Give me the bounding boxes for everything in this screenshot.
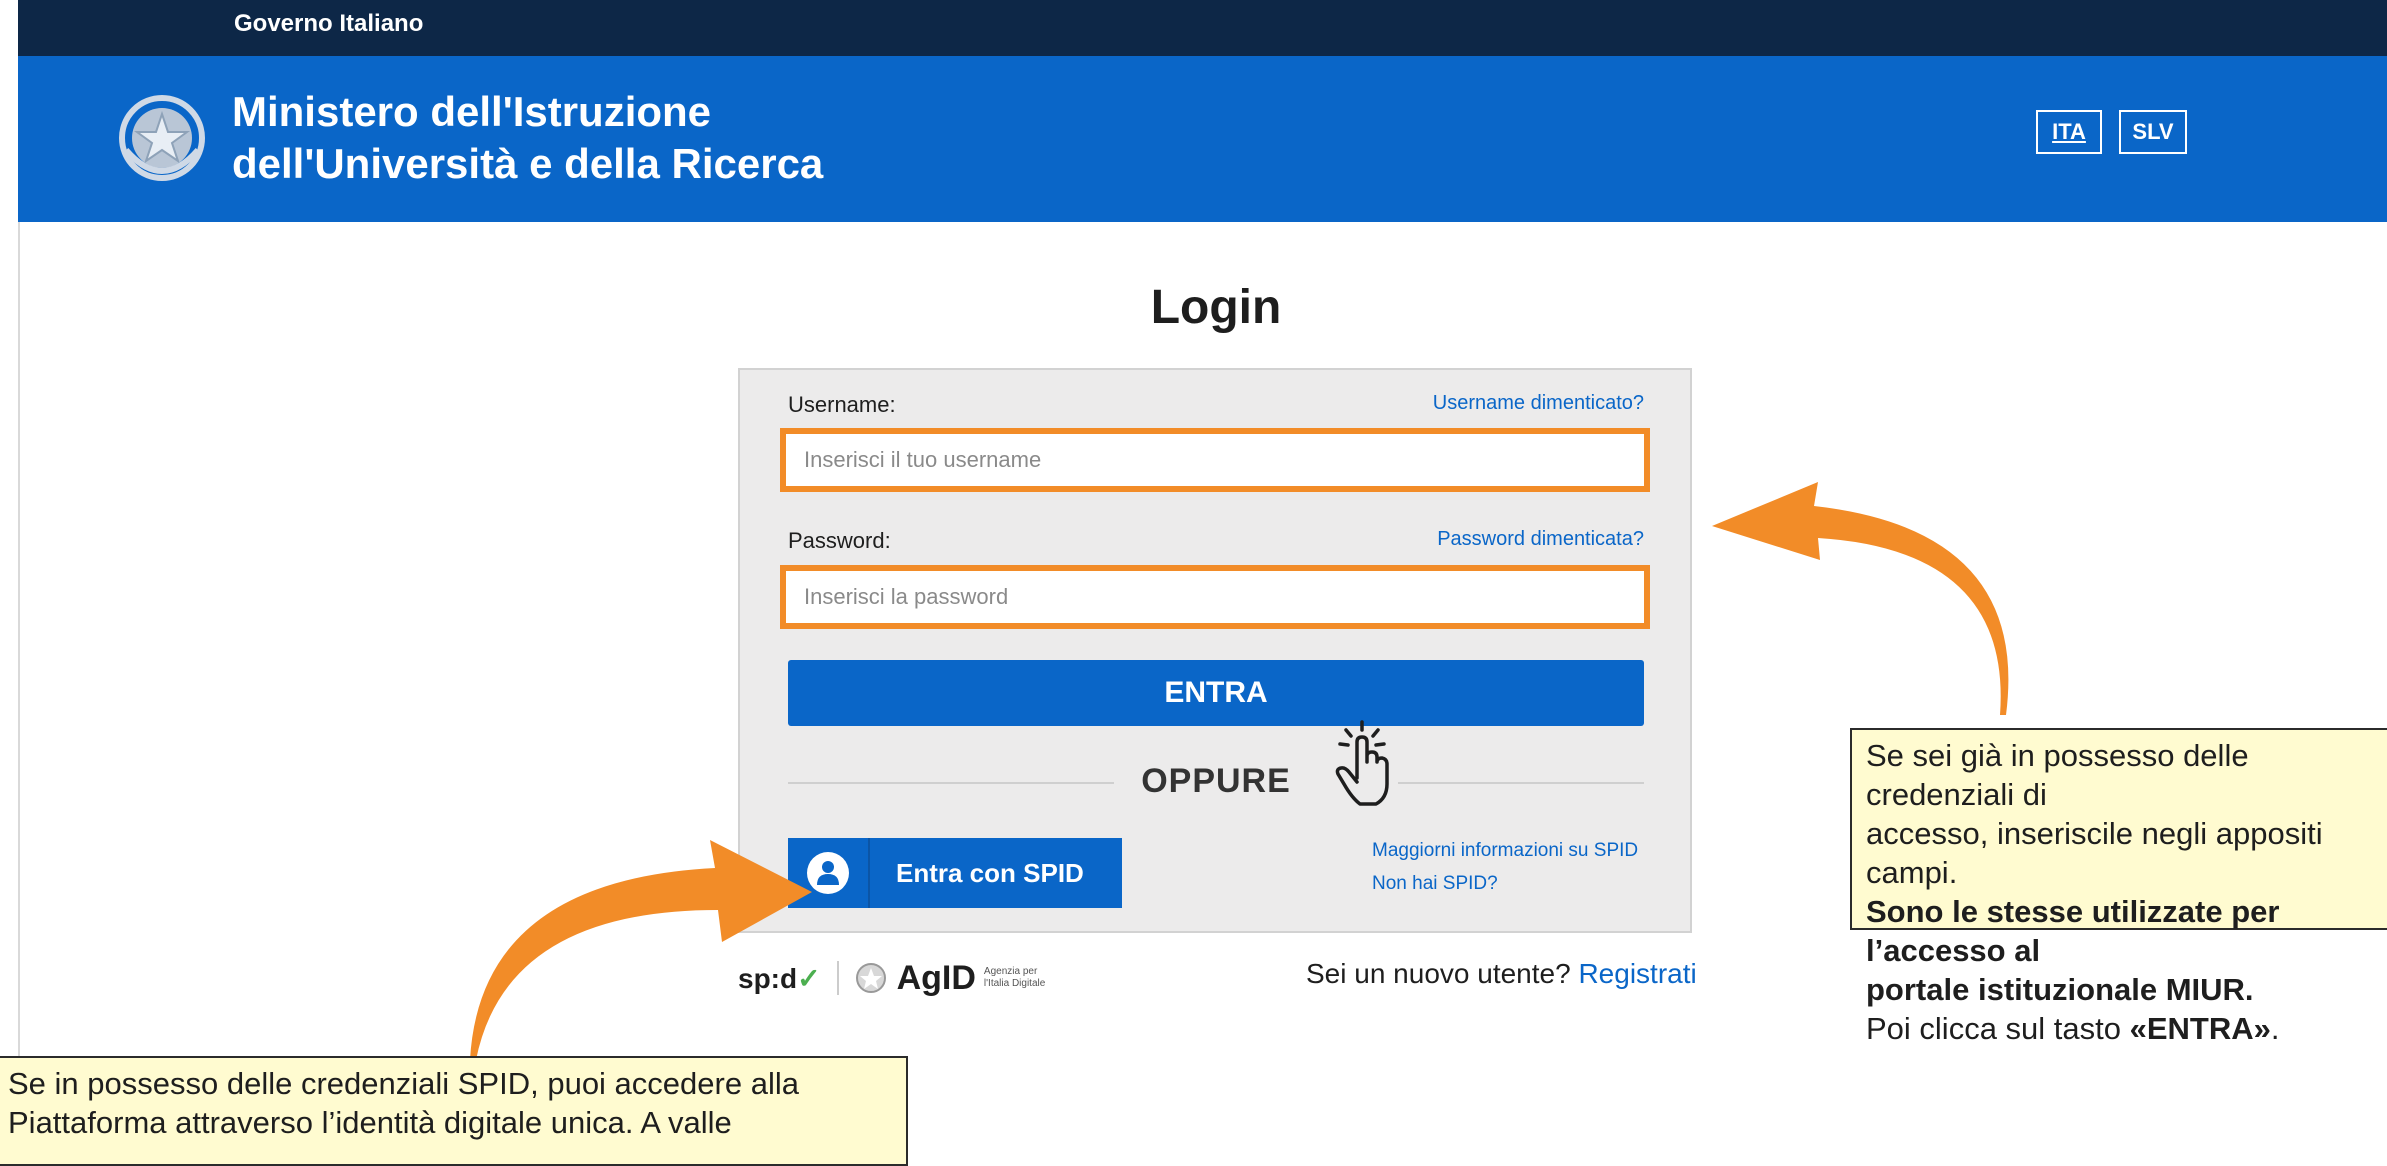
- logo-separator: [836, 961, 839, 995]
- note-right-line5-prefix: Poi clicca sul tasto: [1866, 1011, 2130, 1046]
- new-user-prompt: Sei un nuovo utente? Registrati: [1306, 958, 1697, 990]
- ministry-name[interactable]: Ministero dell'Istruzione dell'Universit…: [232, 86, 823, 190]
- hand-pointer-icon: [1335, 720, 1389, 806]
- language-ita-button[interactable]: ITA: [2036, 110, 2102, 154]
- credentials-instruction-note: Se sei già in possesso delle credenziali…: [1850, 728, 2387, 1046]
- note-right-line1: Se sei già in possesso delle credenziali…: [1866, 738, 2249, 812]
- entra-button[interactable]: ENTRA: [788, 660, 1644, 726]
- site-header: Ministero dell'Istruzione dell'Universit…: [18, 56, 2387, 222]
- agid-logo-subtitle: Agenzia per l'Italia Digitale: [983, 966, 1046, 989]
- no-spid-link[interactable]: Non hai SPID?: [1372, 873, 1498, 895]
- ministry-name-line1: Ministero dell'Istruzione: [232, 88, 712, 135]
- password-input[interactable]: [786, 571, 1644, 623]
- curved-arrow-left-icon: [470, 840, 812, 1060]
- page-title: Login: [1150, 281, 1282, 334]
- note-right-bold2: portale istituzionale MIUR.: [1866, 972, 2254, 1007]
- password-label: Password:: [788, 528, 891, 553]
- password-forgot-link[interactable]: Password dimenticata?: [1300, 528, 1644, 551]
- password-field-highlight: [780, 565, 1650, 629]
- username-field-highlight: [780, 428, 1650, 492]
- note-right-line5-bold: «ENTRA»: [2129, 1011, 2271, 1046]
- username-forgot-link[interactable]: Username dimenticato?: [1300, 392, 1644, 415]
- note-right-line5: Poi clicca sul tasto «ENTRA».: [1866, 1009, 2387, 1048]
- curved-arrow-right-icon: [1712, 482, 2009, 715]
- username-label: Username:: [788, 392, 896, 417]
- note-right-bold1: Sono le stesse utilizzate per l’accesso …: [1866, 894, 2280, 968]
- or-separator: OPPURE: [1141, 762, 1291, 800]
- note-left-line2: Piattaforma attraverso l’identità digita…: [8, 1105, 732, 1140]
- language-slv-button[interactable]: SLV: [2119, 110, 2187, 154]
- new-user-text: Sei un nuovo utente?: [1306, 958, 1571, 989]
- ministry-name-line2: dell'Università e della Ricerca: [232, 140, 824, 187]
- note-right-line2: accesso, inseriscile negli appositi camp…: [1866, 816, 2323, 890]
- agid-logo-text: AgID: [896, 958, 976, 997]
- republic-emblem-icon: [119, 95, 205, 181]
- divider-left: [788, 782, 1114, 784]
- spid-login-label: Entra con SPID: [896, 857, 1084, 888]
- register-link[interactable]: Registrati: [1578, 958, 1696, 989]
- government-bar: Governo Italiano: [18, 0, 2387, 56]
- agid-emblem-icon: [855, 963, 886, 993]
- government-label[interactable]: Governo Italiano: [234, 10, 423, 38]
- note-right-line5-suffix: .: [2270, 1011, 2280, 1046]
- spid-more-info-link[interactable]: Maggiorni informazioni su SPID: [1372, 840, 1638, 862]
- spid-login-button[interactable]: Entra con SPID: [788, 838, 1122, 908]
- username-input[interactable]: [786, 434, 1644, 486]
- note-left-line1: Se in possesso delle credenziali SPID, p…: [8, 1066, 799, 1101]
- divider-right: [1398, 782, 1644, 784]
